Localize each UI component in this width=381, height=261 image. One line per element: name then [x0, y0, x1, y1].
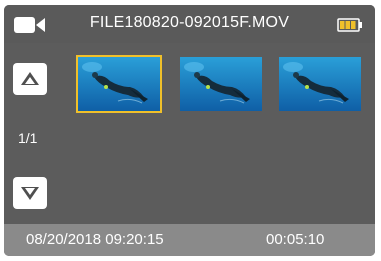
video-duration: 00:05:10 [266, 231, 325, 248]
info-bar: 08/20/2018 09:20:15 00:05:10 [4, 224, 375, 256]
video-camera-icon [14, 15, 46, 35]
diver-thumbnail-image [180, 57, 262, 111]
diver-thumbnail-image [279, 57, 361, 111]
diver-thumbnail-image [78, 57, 160, 111]
battery-icon [337, 18, 363, 32]
video-thumbnail[interactable] [279, 57, 361, 111]
playback-screen: FILE180820-092015F.MOV 1/1 08/20/2018 09… [4, 5, 375, 256]
video-thumbnail[interactable] [180, 57, 262, 111]
scroll-down-button[interactable] [13, 177, 47, 209]
recording-datetime: 08/20/2018 09:20:15 [26, 231, 164, 248]
page-indicator: 1/1 [18, 130, 38, 146]
chevron-up-icon [21, 72, 39, 85]
scroll-up-button[interactable] [13, 63, 47, 95]
file-name: FILE180820-092015F.MOV [89, 14, 290, 31]
video-thumbnail-selected[interactable] [76, 55, 162, 113]
chevron-down-icon [21, 187, 39, 200]
top-bar: FILE180820-092015F.MOV [4, 5, 375, 43]
